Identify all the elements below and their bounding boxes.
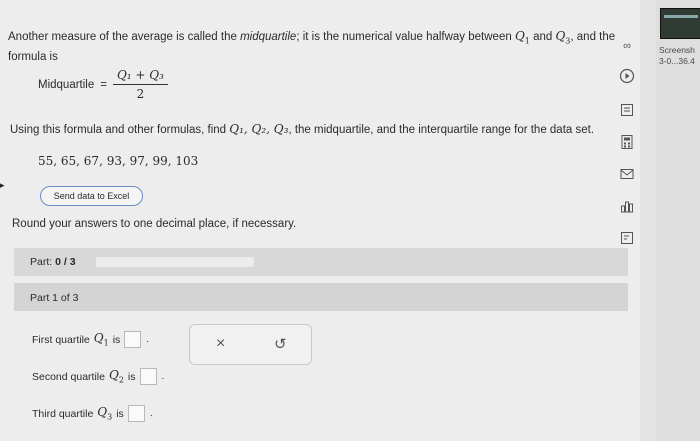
intro-text-b: ; it is the numerical value halfway betw…	[296, 31, 515, 43]
intro-and: and	[529, 31, 556, 43]
main-panel: Another measure of the average is called…	[0, 0, 640, 441]
pointer-cursor: ▸	[0, 180, 5, 190]
third-quartile-row: Third quartile Q3 is .	[32, 405, 153, 422]
question-tail: , the midquartile, and the interquartile…	[288, 124, 595, 136]
second-quartile-input[interactable]	[139, 368, 157, 385]
part-label: Part: 0 / 3	[30, 256, 76, 268]
calculator-icon[interactable]	[619, 134, 635, 153]
intro-text: Another measure of the average is called…	[8, 28, 623, 66]
formula-numerator: Q₁ + Q₃	[112, 68, 168, 85]
part-count: 0 / 3	[55, 256, 76, 268]
chart-icon[interactable]	[619, 198, 635, 217]
midquartile-formula: Midquartile = Q₁ + Q₃ 2	[38, 68, 168, 101]
part-progress-bar: Part: 0 / 3	[14, 248, 628, 276]
intro-text-a: Another measure of the average is called…	[8, 31, 241, 43]
first-quartile-row: First quartile Q1 is .	[32, 331, 150, 348]
screenshot-thumbnail[interactable]	[660, 8, 700, 39]
part-header: Part 1 of 3	[14, 283, 628, 311]
q1-label: Q1	[93, 331, 109, 348]
intro-term: midquartile	[240, 31, 297, 43]
book-icon[interactable]	[619, 102, 635, 121]
data-set: 55, 65, 67, 93, 97, 99, 103	[38, 154, 199, 168]
q1-symbol: Q1	[514, 29, 530, 46]
q3-symbol: Q3	[555, 29, 571, 46]
third-quartile-input[interactable]	[127, 405, 145, 422]
first-quartile-input[interactable]	[124, 331, 142, 348]
q3-label: Q3	[97, 405, 113, 422]
send-to-excel-button[interactable]: Send data to Excel	[40, 186, 143, 206]
glossary-icon[interactable]	[619, 230, 635, 249]
infinity-icon[interactable]: ∞	[619, 40, 635, 52]
question-vars: Q₁, Q₂, Q₃	[229, 122, 289, 136]
question-lead: Using this formula and other formulas, f…	[10, 124, 230, 136]
play-icon[interactable]	[619, 68, 635, 87]
progress-track	[96, 257, 254, 267]
answer-tools: × ↺	[189, 324, 312, 365]
undo-icon[interactable]: ↺	[274, 335, 287, 353]
rounding-instruction: Round your answers to one decimal place,…	[12, 218, 297, 230]
formula-label: Midquartile	[38, 78, 95, 91]
clear-icon[interactable]: ×	[216, 335, 225, 353]
formula-fraction: Q₁ + Q₃ 2	[112, 68, 168, 101]
question-text: Using this formula and other formulas, f…	[10, 122, 594, 136]
formula-denominator: 2	[136, 87, 145, 101]
part-title: Part 1 of 3	[30, 292, 79, 304]
q2-label: Q2	[108, 368, 124, 385]
screenshot-caption: Screensh 3-0...36.4	[659, 45, 695, 66]
mail-icon[interactable]	[619, 166, 635, 185]
formula-equals: =	[100, 78, 107, 91]
second-quartile-row: Second quartile Q2 is .	[32, 368, 165, 385]
